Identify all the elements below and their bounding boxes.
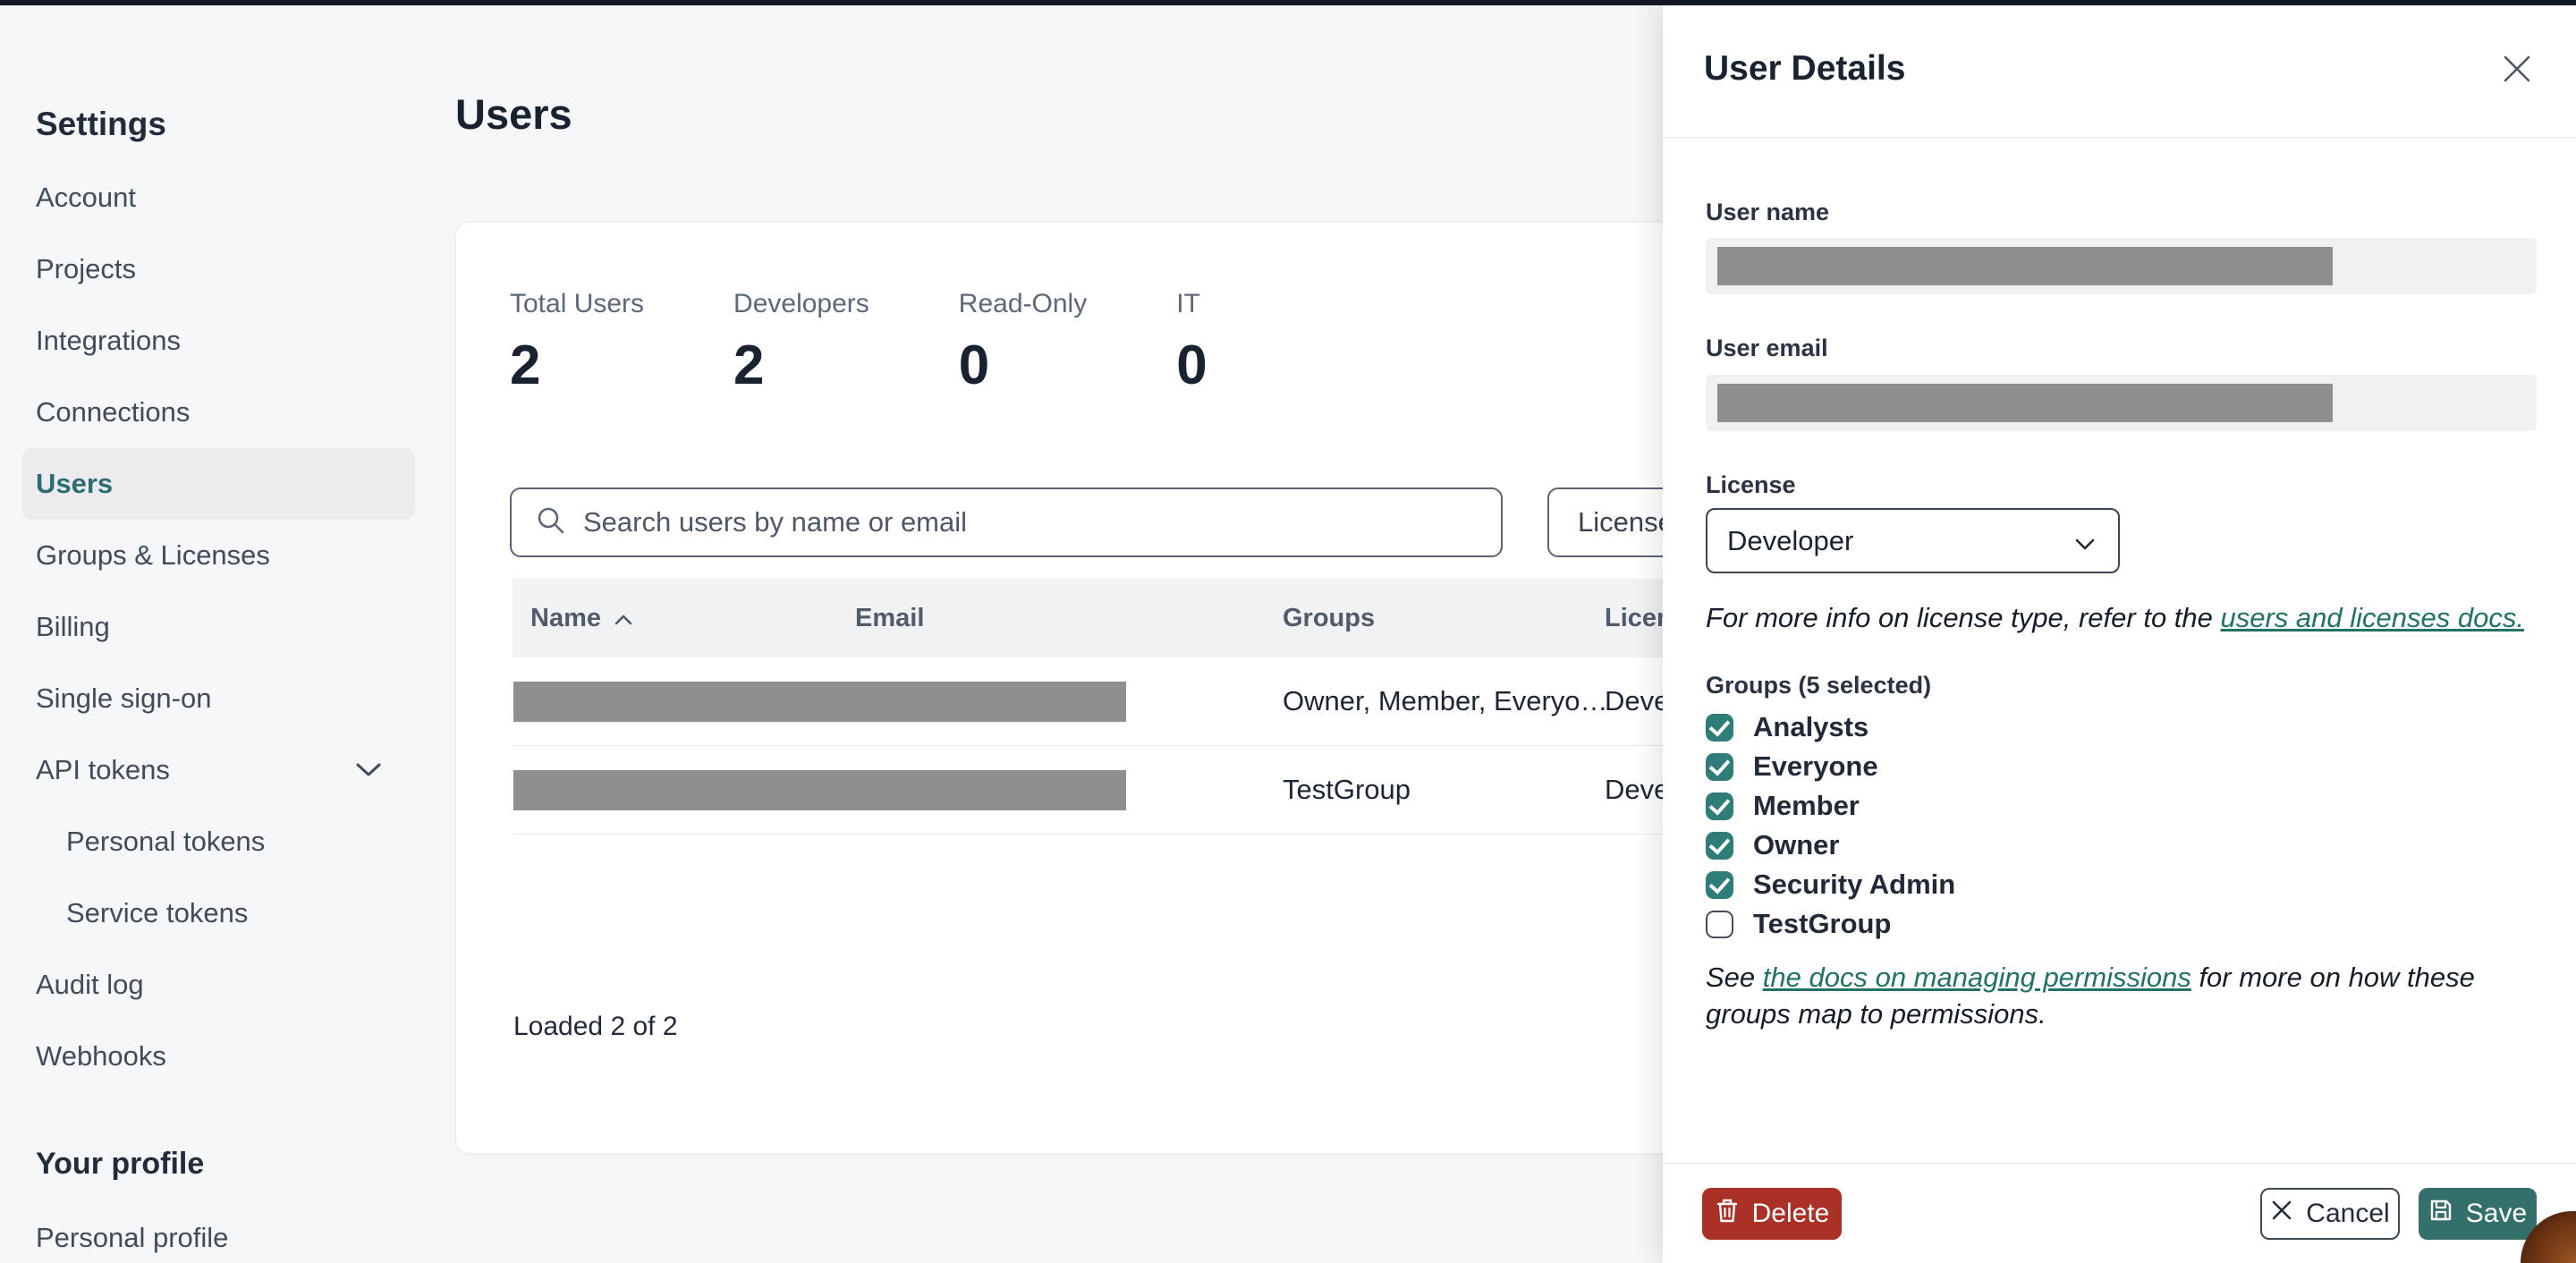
panel-header: User Details (1663, 0, 2576, 138)
group-option-owner: Owner (1706, 826, 2537, 865)
user-email-field[interactable] (1706, 375, 2537, 431)
sidebar-item-webhooks[interactable]: Webhooks (0, 1021, 447, 1092)
user-stats: Total Users 2 Developers 2 Read-Only 0 I… (510, 289, 1208, 397)
sidebar-item-connections[interactable]: Connections (0, 377, 447, 448)
column-header-groups[interactable]: Groups (1283, 604, 1605, 633)
panel-footer: Delete Cancel Save (1663, 1163, 2576, 1263)
license-label: License (1706, 471, 1796, 498)
user-details-panel: User Details User name User email Licens… (1663, 0, 2576, 1263)
group-option-member: Member (1706, 786, 2537, 826)
sidebar-item-api-tokens[interactable]: API tokens (0, 734, 447, 806)
sidebar-item-integrations[interactable]: Integrations (0, 305, 447, 377)
managing-permissions-docs-link[interactable]: the docs on managing permissions (1763, 962, 2191, 993)
cell-groups: Owner, Member, Everyo… (1283, 685, 1608, 716)
cancel-x-icon (2270, 1199, 2293, 1229)
group-option-security-admin: Security Admin (1706, 865, 2537, 904)
user-search[interactable] (510, 487, 1503, 557)
redaction-bar (513, 681, 1126, 722)
search-icon (535, 504, 567, 541)
group-option-analysts: Analysts (1706, 708, 2537, 747)
trash-icon (1715, 1197, 1740, 1231)
sidebar-item-single-sign-on[interactable]: Single sign-on (0, 663, 447, 734)
sidebar-item-personal-profile[interactable]: Personal profile (36, 1218, 228, 1258)
groups-label: Groups (5 selected) (1706, 672, 1932, 699)
chevron-down-icon (2075, 525, 2095, 557)
search-input[interactable] (583, 506, 1478, 538)
table-load-status: Loaded 2 of 2 (513, 1012, 678, 1041)
users-licenses-docs-link[interactable]: users and licenses docs. (2221, 602, 2524, 633)
sidebar-nav: Account Projects Integrations Connection… (0, 162, 447, 1092)
sidebar-item-service-tokens[interactable]: Service tokens (0, 877, 447, 949)
column-header-name[interactable]: Name (513, 604, 855, 633)
sidebar-item-groups-licenses[interactable]: Groups & Licenses (0, 520, 447, 591)
stat-developers: Developers 2 (733, 289, 869, 396)
license-select[interactable]: Developer (1706, 508, 2120, 573)
stat-it: IT 0 (1176, 289, 1208, 396)
sort-ascending-icon (614, 604, 633, 633)
delete-button[interactable]: Delete (1702, 1187, 1842, 1240)
checkbox-testgroup[interactable] (1706, 910, 1733, 938)
column-header-email[interactable]: Email (855, 604, 1283, 633)
stat-read-only: Read-Only 0 (958, 289, 1088, 396)
redaction-bar (1717, 384, 2333, 422)
license-note: For more info on license type, refer to … (1706, 602, 2524, 633)
cell-groups: TestGroup (1283, 774, 1411, 805)
cancel-button[interactable]: Cancel (2260, 1187, 2400, 1240)
top-window-bar (0, 0, 2576, 5)
user-name-label: User name (1706, 199, 1830, 225)
sidebar-section-title: Settings (36, 106, 166, 142)
redaction-bar (1717, 247, 2333, 285)
redacted-name-email (513, 681, 1283, 722)
group-option-testgroup: TestGroup (1706, 904, 2537, 944)
settings-sidebar: Settings Account Projects Integrations C… (0, 5, 447, 1263)
sidebar-item-personal-tokens[interactable]: Personal tokens (0, 806, 447, 877)
sidebar-item-projects[interactable]: Projects (0, 233, 447, 305)
save-button[interactable]: Save (2419, 1187, 2537, 1240)
groups-checkbox-list: Analysts Everyone Member Owner Security … (1706, 708, 2537, 944)
page-title: Users (455, 90, 572, 138)
checkbox-member[interactable] (1706, 792, 1733, 820)
checkbox-everyone[interactable] (1706, 752, 1733, 781)
checkbox-security-admin[interactable] (1706, 870, 1733, 899)
checkbox-analysts[interactable] (1706, 713, 1733, 742)
permissions-note: See the docs on managing permissions for… (1706, 962, 2475, 1030)
sidebar-item-billing[interactable]: Billing (0, 591, 447, 663)
save-icon (2428, 1198, 2453, 1230)
panel-title: User Details (1704, 48, 1906, 88)
chevron-down-icon (356, 763, 381, 777)
user-email-label: User email (1706, 335, 1828, 361)
sidebar-profile-section-title: Your profile (36, 1147, 205, 1181)
group-option-everyone: Everyone (1706, 747, 2537, 786)
redacted-name-email (513, 769, 1283, 810)
sidebar-item-audit-log[interactable]: Audit log (0, 949, 447, 1021)
sidebar-item-account[interactable]: Account (0, 162, 447, 233)
redaction-bar (513, 769, 1126, 810)
close-icon[interactable] (2497, 49, 2537, 89)
sidebar-item-users[interactable]: Users (21, 448, 415, 520)
user-name-field[interactable] (1706, 238, 2537, 294)
checkbox-owner[interactable] (1706, 831, 1733, 860)
stat-total-users: Total Users 2 (510, 289, 645, 396)
